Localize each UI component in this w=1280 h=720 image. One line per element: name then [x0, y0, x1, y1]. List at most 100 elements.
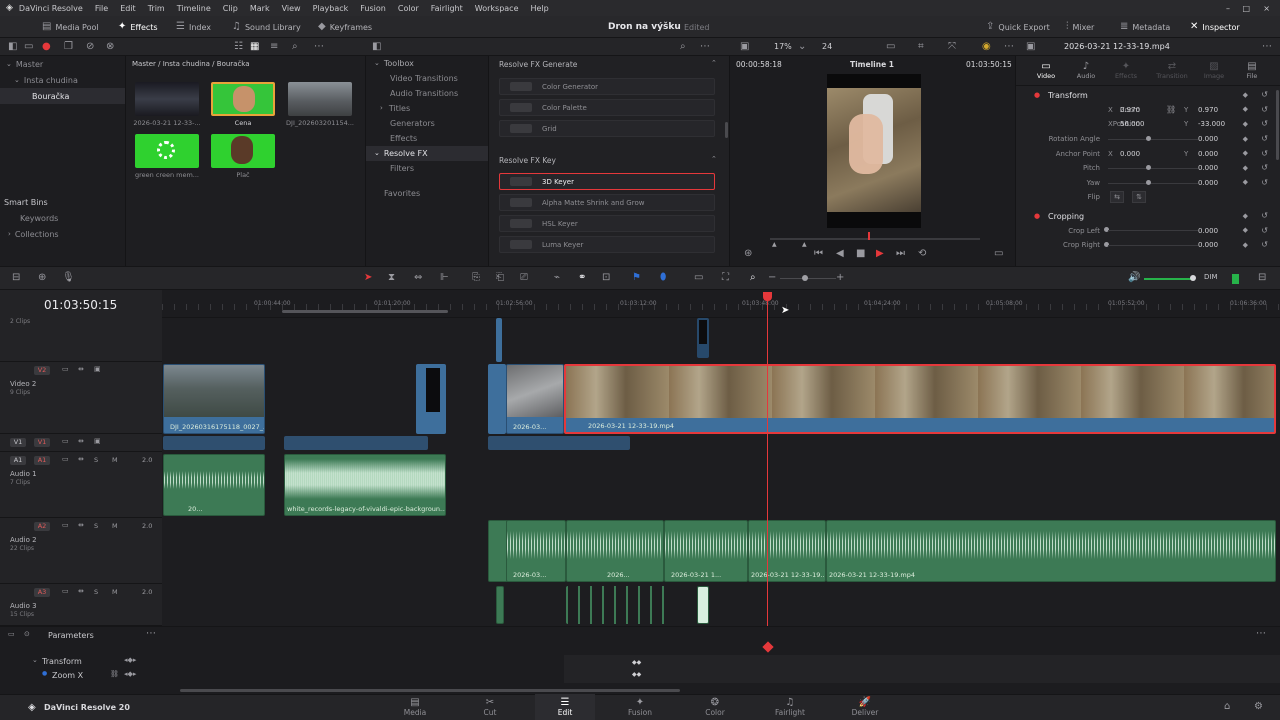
auto-select-icon[interactable]: ⇹ [78, 522, 84, 529]
keyframe-icon[interactable]: ◆ [1243, 241, 1248, 249]
menu-color[interactable]: Color [392, 4, 425, 13]
index-button[interactable]: ☰ Index [176, 20, 211, 34]
fx-scrollbar[interactable] [725, 122, 728, 138]
track-badge[interactable]: V2 [34, 366, 50, 375]
home-icon[interactable]: ⌂ [1224, 702, 1230, 712]
auto-select-icon[interactable]: ⇹ [78, 588, 84, 595]
page-tab-cut[interactable]: ✂ Cut [460, 694, 520, 720]
crop-right-value[interactable]: 0.000 [1198, 241, 1218, 249]
rotation-slider[interactable] [1108, 138, 1198, 140]
flip-horizontal-icon[interactable]: ⇆ [1110, 191, 1124, 204]
page-tab-fairlight[interactable]: ♫ Fairlight [760, 694, 820, 720]
reset-icon[interactable]: ↺ [1261, 149, 1268, 158]
video-clip[interactable] [496, 318, 502, 362]
tree-filters[interactable]: Filters [366, 161, 488, 176]
slider-knob[interactable] [1146, 135, 1151, 141]
auto-select-icon[interactable]: ⇹ [78, 366, 84, 373]
timeline-h-scroll[interactable] [282, 310, 448, 313]
position-x-value[interactable]: 56.000 [1120, 120, 1145, 128]
video-clip[interactable] [697, 318, 709, 358]
media-pool-button[interactable]: ▤ Media Pool [42, 20, 99, 34]
keyframe-icon[interactable]: ◆ [1243, 135, 1248, 143]
panel-toggle-icon[interactable]: ▭ [24, 42, 33, 52]
grid-view-icon[interactable]: ▦ [250, 42, 259, 52]
position-y-value[interactable]: -33.000 [1198, 120, 1225, 128]
cropping-header[interactable]: ● Cropping ◆ ↺ [1016, 209, 1280, 224]
media-clip-thumb[interactable] [211, 134, 275, 168]
video-clip[interactable]: DJI_20260316175118_0027_... [163, 364, 265, 434]
zoom-slider-knob[interactable] [802, 275, 808, 281]
audio-clip[interactable] [697, 586, 709, 624]
crop-left-slider[interactable] [1108, 230, 1198, 232]
yaw-value[interactable]: 0.000 [1198, 179, 1218, 187]
page-tab-edit[interactable]: ☰ Edit [535, 694, 595, 720]
reset-icon[interactable]: ↺ [1261, 164, 1268, 172]
list-view-icon[interactable]: ☷ [234, 42, 243, 52]
timeline-more-icon[interactable]: ⊟ [1258, 273, 1266, 283]
yaw-slider[interactable] [1108, 182, 1198, 184]
audio-clip[interactable]: 20... [163, 454, 265, 516]
link-chain-icon[interactable]: ⛓ [1166, 105, 1176, 114]
collapse-icon[interactable]: ▭ [8, 631, 15, 638]
media-clip-thumb-selected[interactable] [211, 82, 275, 116]
duplicate-icon[interactable]: ❐ [64, 42, 73, 52]
tree-generators[interactable]: Generators [366, 116, 488, 131]
reset-icon[interactable]: ↺ [1261, 226, 1268, 235]
menu-file[interactable]: File [89, 4, 114, 13]
viewer-canvas[interactable] [827, 74, 921, 228]
smart-bin-collections[interactable]: › Collections [0, 226, 59, 242]
inspector-scrollbar[interactable] [1276, 90, 1279, 160]
dim-button[interactable]: DIM [1204, 273, 1218, 281]
page-tab-fusion[interactable]: ✦ Fusion [610, 694, 670, 720]
match-frame-icon[interactable]: ⊛ [744, 249, 752, 259]
audio-clip[interactable] [488, 520, 508, 582]
menu-playback[interactable]: Playback [307, 4, 355, 13]
track-name[interactable]: Video 2 [10, 380, 36, 388]
keyframe-icon[interactable]: ◆ [1243, 106, 1248, 113]
media-clip-thumb[interactable] [288, 82, 352, 116]
anchor-y-value[interactable]: 0.000 [1198, 150, 1218, 158]
unlink-icon[interactable]: ⊗ [106, 42, 114, 52]
transform-overlay-icon[interactable]: ⤧ [948, 42, 956, 52]
lock-icon[interactable]: ▭ [62, 438, 69, 445]
fx-group-key[interactable]: Resolve FX Key [499, 156, 556, 165]
keyframe-icon[interactable]: ◆ [1243, 212, 1248, 220]
microphone-icon[interactable]: 🎙 [62, 273, 75, 283]
solo-button[interactable]: S [94, 456, 98, 464]
tree-resolve-fx[interactable]: ⌄ Resolve FX [366, 146, 488, 161]
pitch-value[interactable]: 0.000 [1198, 164, 1218, 172]
zoom-dropdown-icon[interactable]: ⌄ [798, 42, 806, 52]
fx-3d-keyer[interactable]: 3D Keyer [499, 173, 715, 190]
snapping-icon[interactable]: ⌁ [554, 273, 560, 283]
pitch-slider[interactable] [1108, 167, 1198, 169]
audio-clip[interactable]: 2026-03-21 12-33-19... [748, 520, 826, 582]
track-badge[interactable]: A1 [10, 456, 26, 465]
tree-titles[interactable]: › Titles [366, 101, 488, 116]
keyframe-icon[interactable]: ◆ [1243, 164, 1248, 172]
kf-transform-row[interactable]: ⌄ Transform ◂◆▸ [0, 655, 162, 669]
viewer-layout-icon[interactable]: ▣ [740, 42, 749, 52]
audio-clip[interactable]: 2026-03... [506, 520, 566, 582]
keyframe-icon[interactable]: ◆ [1243, 227, 1248, 234]
tab-file[interactable]: ▤ File [1234, 62, 1270, 81]
fx-color-generator[interactable]: Color Generator [499, 78, 715, 95]
track-badge[interactable]: A2 [34, 522, 50, 531]
reset-icon[interactable]: ↺ [1261, 241, 1268, 249]
viewer-more-icon[interactable]: ⋯ [1004, 42, 1014, 52]
link-icon[interactable]: ⊘ [86, 42, 94, 52]
tab-image[interactable]: ▨ Image [1196, 62, 1232, 81]
audio-clip[interactable]: 2026... [566, 520, 664, 582]
playhead-handle[interactable] [763, 292, 772, 301]
transform-header[interactable]: ● Transform ◆ ↺ [1016, 88, 1280, 103]
track-name[interactable]: Audio 3 [10, 602, 37, 610]
sound-library-button[interactable]: ♫ Sound Library [232, 20, 301, 34]
tab-effects[interactable]: ✦ Effects [1108, 62, 1144, 81]
zoom-in-icon[interactable]: + [836, 273, 844, 283]
effects-more-icon[interactable]: ⋯ [700, 42, 710, 52]
blade-tool-icon[interactable]: ⊩ [440, 273, 449, 283]
zoom-y-value[interactable]: 0.970 [1198, 106, 1218, 114]
auto-select-icon[interactable]: ⇹ [78, 438, 84, 445]
collapse-icon[interactable]: ⌃ [711, 156, 717, 163]
menu-view[interactable]: View [276, 4, 307, 13]
overwrite-clip-icon[interactable]: ⎗ [496, 273, 504, 283]
